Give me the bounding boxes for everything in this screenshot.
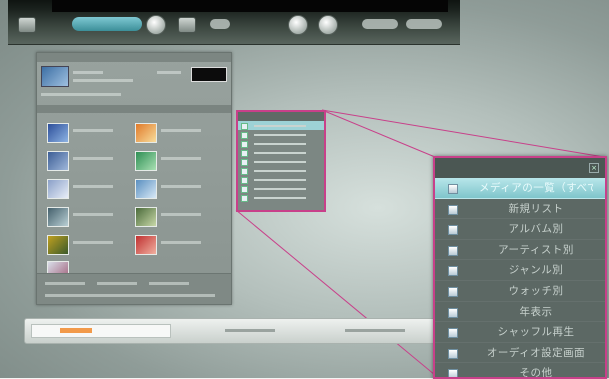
list-item-icon: [448, 204, 458, 215]
menu-item-year[interactable]: 年表示: [435, 302, 605, 323]
list-item-icon: [448, 307, 458, 318]
taskbar-text: [345, 329, 405, 332]
menu-item-other[interactable]: その他: [435, 363, 605, 379]
menu-item-label: シャッフル再生: [497, 326, 575, 339]
menu-item-label: 新規リスト: [508, 202, 564, 215]
search-field[interactable]: [31, 324, 171, 338]
list-item-icon: [448, 245, 458, 256]
menu-item-label: 年表示: [519, 305, 553, 318]
list-item-icon: [448, 225, 458, 236]
search-highlight: [60, 328, 92, 333]
menu-item-label: アルバム別: [508, 223, 564, 236]
menu-item-artist[interactable]: アーティスト別: [435, 240, 605, 261]
menu-header: ×: [435, 158, 605, 178]
list-item-icon: [448, 348, 458, 359]
list-item-icon: [448, 328, 458, 339]
menu-item-label: オーディオ設定画面: [486, 346, 586, 359]
menu-item-label: その他: [519, 367, 553, 379]
menu-item-album[interactable]: アルバム別: [435, 219, 605, 240]
list-item-icon: [448, 286, 458, 297]
menu-item-audio-settings[interactable]: オーディオ設定画面: [435, 343, 605, 364]
menu-item-new-list[interactable]: 新規リスト: [435, 199, 605, 220]
desktop-background: × メディアの一覧（すべて） 新規リスト アルバム別 アーティスト別 ジャンル別…: [0, 0, 609, 379]
status-taskbar: [24, 318, 436, 344]
library-view-menu-zoomed: × メディアの一覧（すべて） 新規リスト アルバム別 アーティスト別 ジャンル別…: [433, 156, 607, 379]
menu-item-genre[interactable]: ジャンル別: [435, 260, 605, 281]
menu-item-shuffle[interactable]: シャッフル再生: [435, 322, 605, 343]
menu-item-label: ウォッチ別: [508, 284, 564, 297]
close-icon[interactable]: ×: [589, 163, 599, 173]
list-item-icon: [448, 184, 458, 194]
menu-item-label: メディアの一覧（すべて）: [479, 182, 593, 194]
list-item-icon: [448, 266, 458, 277]
menu-item-all-media[interactable]: メディアの一覧（すべて）: [435, 178, 605, 199]
taskbar-text: [225, 329, 275, 332]
menu-item-label: ジャンル別: [508, 264, 564, 277]
menu-item-watch[interactable]: ウォッチ別: [435, 281, 605, 302]
menu-item-label: アーティスト別: [498, 243, 574, 256]
